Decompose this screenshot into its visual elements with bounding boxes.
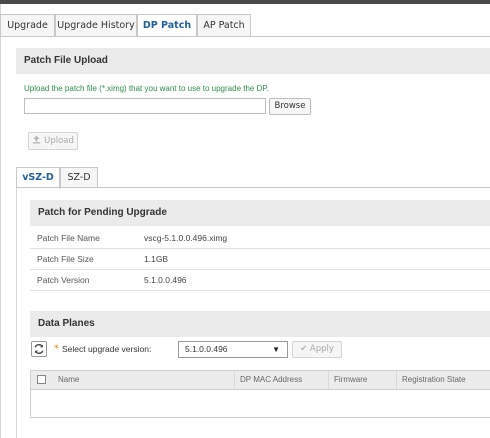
upgrade-version-value: 5.1.0.0.496 [185, 344, 228, 354]
select-upgrade-version-label: Select upgrade version: [62, 344, 152, 354]
patch-file-upload-header: Patch File Upload [16, 48, 490, 74]
upload-hint: Upload the patch file (*.ximg) that you … [24, 84, 269, 93]
patch-version-label: Patch Version [37, 275, 90, 285]
column-firmware[interactable]: Firmware [328, 371, 396, 389]
tab-upgrade[interactable]: Upgrade [0, 14, 55, 36]
data-planes-table: Name DP MAC Address Firmware Registratio… [30, 370, 490, 418]
data-planes-header: Data Planes [30, 311, 490, 337]
patch-file-name-label: Patch File Name [37, 233, 100, 243]
patch-file-size-value: 1.1GB [144, 254, 169, 264]
column-name[interactable]: Name [53, 371, 234, 389]
refresh-icon [34, 344, 44, 354]
patch-file-size-label: Patch File Size [37, 254, 94, 264]
refresh-button[interactable] [31, 341, 47, 357]
table-header: Name DP MAC Address Firmware Registratio… [31, 371, 490, 390]
browse-button[interactable]: Browse [269, 98, 311, 115]
patch-file-name-row: Patch File Name vscg-5.1.0.0.496.ximg [30, 228, 490, 249]
upload-button-label: Upload [44, 136, 74, 146]
column-dp-mac-address[interactable]: DP MAC Address [234, 371, 328, 389]
tabs-divider [0, 36, 490, 37]
select-all-checkbox[interactable] [37, 375, 46, 384]
tab-dp-patch[interactable]: DP Patch [137, 14, 197, 37]
caret-down-icon: ▼ [272, 345, 280, 354]
upgrade-version-select[interactable]: 5.1.0.0.496 ▼ [178, 341, 288, 358]
patch-version-row: Patch Version 5.1.0.0.496 [30, 270, 490, 291]
patch-version-value: 5.1.0.0.496 [144, 275, 187, 285]
select-all-cell [31, 371, 53, 389]
patch-file-input[interactable] [24, 98, 266, 114]
column-registration-state[interactable]: Registration State [396, 371, 490, 389]
required-marker: * [54, 344, 59, 354]
checkmark-icon: ✔ [300, 344, 308, 354]
subtab-sz-d[interactable]: SZ-D [60, 167, 98, 188]
upload-button[interactable]: Upload [28, 132, 78, 150]
patch-file-name-value: vscg-5.1.0.0.496.ximg [144, 233, 228, 243]
tab-ap-patch[interactable]: AP Patch [197, 14, 251, 36]
upload-icon [32, 135, 41, 144]
subtab-vsz-d[interactable]: vSZ-D [16, 167, 60, 189]
pending-upgrade-header: Patch for Pending Upgrade [30, 200, 490, 226]
apply-button-label: Apply [309, 344, 334, 354]
tab-upgrade-history[interactable]: Upgrade History [55, 14, 137, 36]
apply-button[interactable]: ✔ Apply [292, 341, 342, 358]
patch-file-size-row: Patch File Size 1.1GB [30, 249, 490, 270]
